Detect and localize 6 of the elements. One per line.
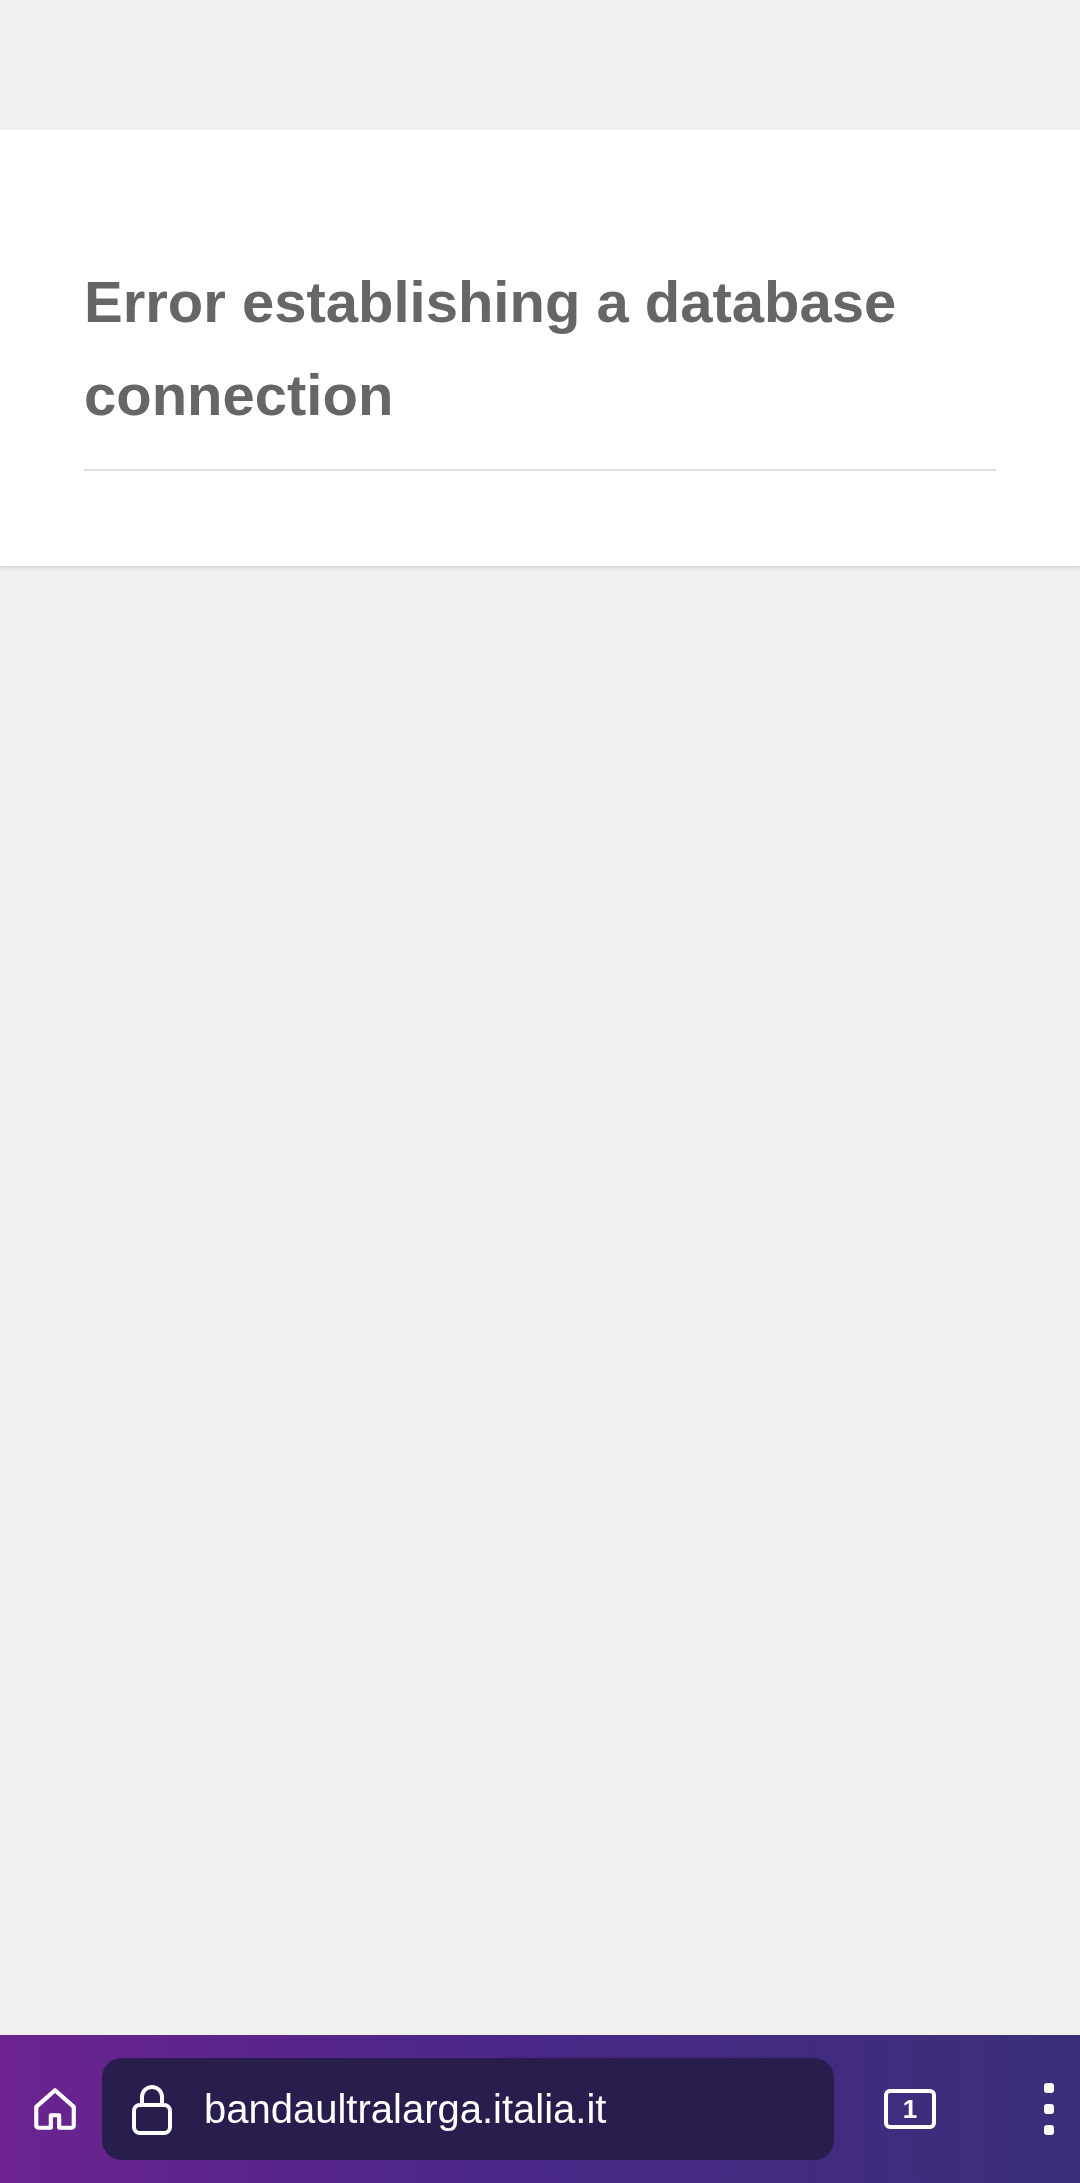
menu-icon[interactable] <box>1042 2083 1056 2135</box>
lock-icon <box>130 2083 174 2135</box>
tab-count-button[interactable]: 1 <box>884 2089 936 2129</box>
address-field[interactable]: bandaultralarga.italia.it <box>102 2058 834 2160</box>
error-heading: Error establishing a database connection <box>84 255 996 471</box>
url-text: bandaultralarga.italia.it <box>204 2086 607 2132</box>
